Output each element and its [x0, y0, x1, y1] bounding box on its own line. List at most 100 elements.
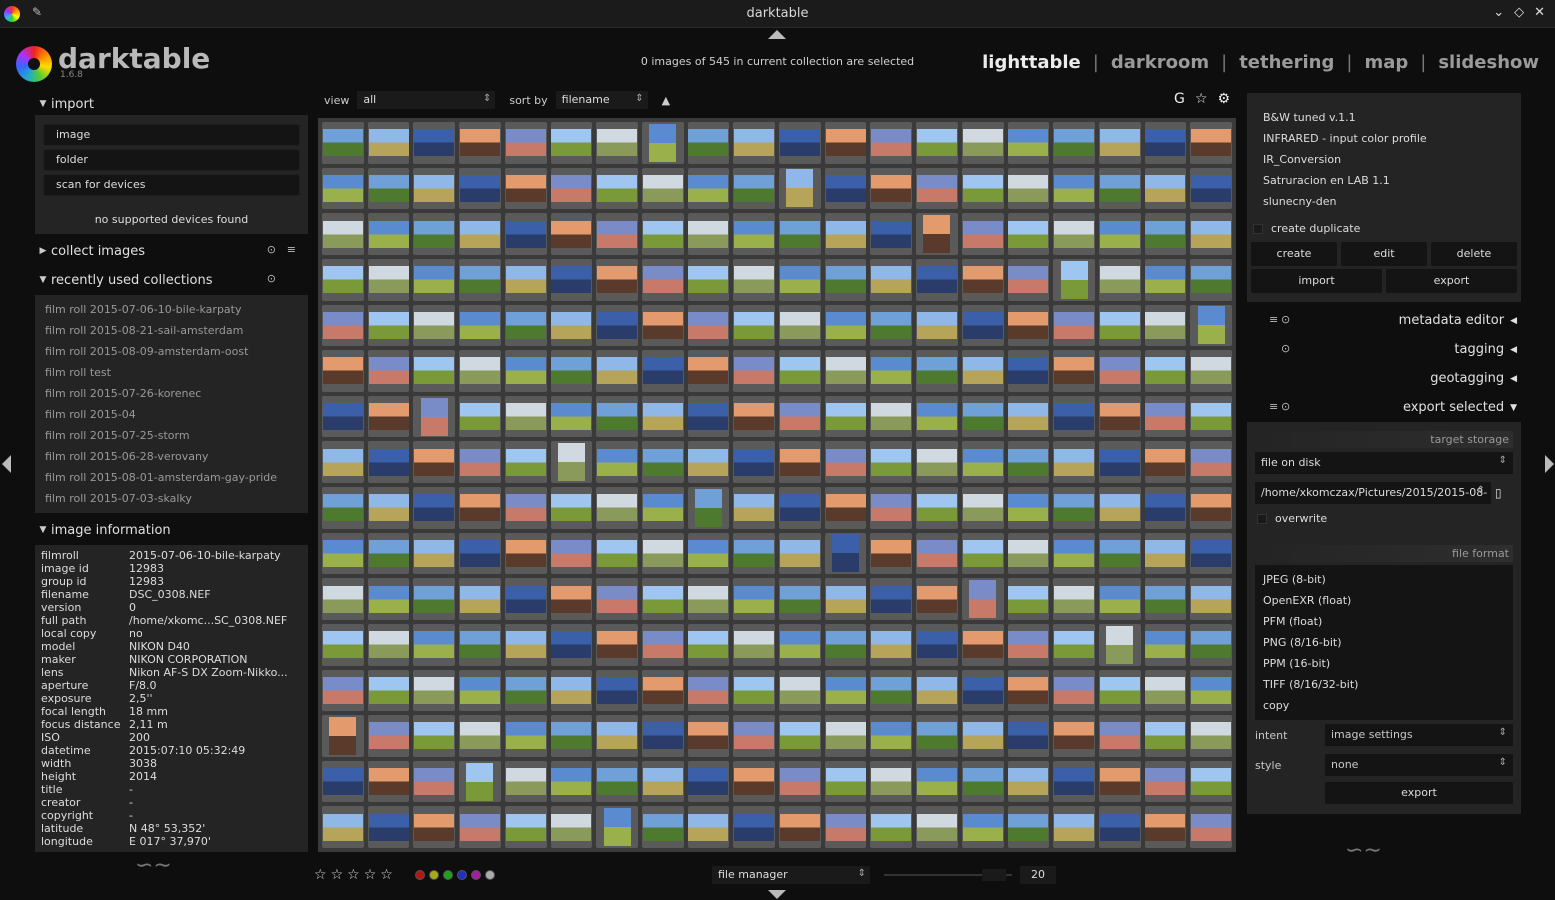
overwrite-option[interactable]: overwrite [1255, 508, 1513, 529]
thumbnail-image[interactable] [505, 448, 546, 476]
thumbnail-cell[interactable] [1053, 258, 1095, 301]
thumbnail-cell[interactable] [1098, 715, 1141, 757]
thumbnail-cell[interactable] [824, 258, 867, 301]
thumbnail-image[interactable] [322, 129, 363, 157]
right-panel-toggle[interactable] [1545, 455, 1554, 473]
thumbnail-cell[interactable] [641, 669, 684, 712]
thumbnail-image[interactable] [779, 768, 820, 796]
thumbnail-image[interactable] [916, 676, 957, 704]
thumbnail-cell[interactable] [916, 167, 958, 210]
thumbnail-image[interactable] [368, 220, 409, 248]
thumbnail-cell[interactable] [687, 122, 730, 164]
thumbnail-image[interactable] [505, 174, 546, 202]
thumbnail-cell[interactable] [322, 167, 364, 210]
format-item[interactable]: TIFF (8/16/32-bit) [1263, 674, 1505, 695]
thumbnail-image[interactable] [414, 129, 455, 157]
thumbnail-cell[interactable] [322, 806, 364, 848]
thumbnail-image[interactable] [642, 174, 683, 202]
thumbnail-image[interactable] [642, 676, 683, 704]
thumbnail-image[interactable] [871, 220, 912, 248]
thumbnail-image[interactable] [551, 768, 592, 796]
module-header[interactable]: ⊙ tagging ◀ [1247, 335, 1521, 364]
thumbnail-cell[interactable] [641, 213, 684, 255]
thumbnail-cell[interactable] [550, 532, 593, 575]
color-label-icon[interactable] [414, 870, 425, 880]
settings-gear-icon[interactable]: ⚙ [1217, 91, 1230, 107]
thumbnail-cell[interactable] [322, 532, 364, 575]
thumbnail-cell[interactable] [870, 532, 913, 575]
thumbnail-cell[interactable] [1144, 395, 1187, 438]
thumbnail-image[interactable] [642, 266, 683, 294]
recent-collection-item[interactable]: film roll test [43, 362, 300, 383]
thumbnail-cell[interactable] [596, 122, 638, 164]
thumbnail-cell[interactable] [413, 304, 456, 347]
thumbnail-cell[interactable] [1007, 441, 1050, 483]
thumbnail-cell[interactable] [596, 350, 638, 392]
thumbnail-image[interactable] [551, 722, 592, 750]
thumbnail-image[interactable] [688, 813, 729, 841]
thumbnail-cell[interactable] [322, 578, 364, 620]
thumbnail-image[interactable] [414, 448, 455, 476]
thumbnail-image[interactable] [734, 129, 775, 157]
thumbnail-image[interactable] [368, 129, 409, 157]
thumbnail-image[interactable] [1099, 448, 1140, 476]
thumbnail-image[interactable] [734, 220, 775, 248]
thumbnail-cell[interactable] [824, 441, 867, 483]
thumbnail-image[interactable] [420, 397, 448, 436]
zoom-slider[interactable] [884, 869, 1012, 881]
thumbnail-cell[interactable] [916, 213, 958, 255]
thumbnail-image[interactable] [414, 311, 455, 339]
thumbnail-image[interactable] [414, 174, 455, 202]
thumbnail-cell[interactable] [1007, 760, 1050, 803]
thumbnail-image[interactable] [551, 585, 592, 613]
thumbnail-cell[interactable] [1190, 487, 1232, 529]
thumbnail-cell[interactable] [1190, 623, 1232, 666]
thumbnail-image[interactable] [1106, 625, 1134, 664]
thumbnail-cell[interactable] [1190, 304, 1232, 347]
thumbnail-cell[interactable] [687, 395, 730, 438]
thumbnail-cell[interactable] [1053, 806, 1095, 848]
thumbnail-image[interactable] [916, 448, 957, 476]
thumbnail-image[interactable] [322, 768, 363, 796]
thumbnail-image[interactable] [551, 403, 592, 431]
thumbnail-cell[interactable] [596, 258, 638, 301]
thumbnail-image[interactable] [1008, 129, 1049, 157]
thumbnail-image[interactable] [551, 539, 592, 567]
thumbnail-cell[interactable] [459, 715, 501, 757]
thumbnail-image[interactable] [779, 448, 820, 476]
thumbnail-cell[interactable] [687, 578, 730, 620]
thumbnail-image[interactable] [368, 676, 409, 704]
thumbnail-image[interactable] [688, 174, 729, 202]
thumbnail-cell[interactable] [504, 715, 547, 757]
thumbnail-cell[interactable] [870, 258, 913, 301]
view-tab-slideshow[interactable]: slideshow [1438, 52, 1539, 73]
thumbnail-image[interactable] [459, 448, 500, 476]
thumbnail-image[interactable] [825, 494, 866, 522]
thumbnail-cell[interactable] [824, 532, 867, 575]
thumbnail-image[interactable] [597, 357, 638, 385]
thumbnail-cell[interactable] [870, 167, 913, 210]
thumbnail-image[interactable] [779, 813, 820, 841]
thumbnail-cell[interactable] [1007, 623, 1050, 666]
thumbnail-cell[interactable] [322, 122, 364, 164]
thumbnail-cell[interactable] [1007, 669, 1050, 712]
thumbnail-cell[interactable] [733, 258, 775, 301]
thumbnail-image[interactable] [871, 813, 912, 841]
thumbnail-cell[interactable] [961, 167, 1004, 210]
thumbnail-image[interactable] [688, 631, 729, 659]
thumbnail-image[interactable] [642, 448, 683, 476]
thumbnail-cell[interactable] [779, 669, 821, 712]
thumbnail-cell[interactable] [413, 669, 456, 712]
thumbnail-cell[interactable] [1098, 258, 1141, 301]
thumbnail-cell[interactable] [367, 806, 410, 848]
thumbnail-image[interactable] [962, 768, 1003, 796]
thumbnail-cell[interactable] [413, 715, 456, 757]
thumbnail-cell[interactable] [1098, 487, 1141, 529]
thumbnail-image[interactable] [1145, 129, 1186, 157]
top-panel-toggle[interactable] [768, 30, 786, 39]
checkbox[interactable] [1253, 223, 1263, 234]
thumbnail-cell[interactable] [779, 441, 821, 483]
thumbnail-cell[interactable] [1144, 532, 1187, 575]
thumbnail-image[interactable] [368, 403, 409, 431]
thumbnail-image[interactable] [779, 585, 820, 613]
